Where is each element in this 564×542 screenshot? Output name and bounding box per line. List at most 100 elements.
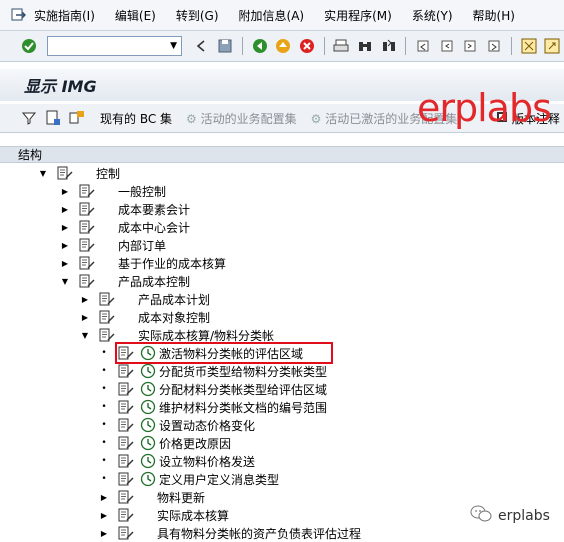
- existing-bc-sets-button[interactable]: 现有的 BC 集: [100, 110, 172, 127]
- tree-node[interactable]: • 分配货币类型给物料分类帐类型: [99, 362, 327, 380]
- collapsed-node-icon[interactable]: ▶: [99, 528, 109, 538]
- tree-node-label: 一般控制: [118, 184, 167, 199]
- watermark-text: erplabs: [417, 86, 552, 130]
- menu-utilities[interactable]: 实用程序(M): [324, 7, 392, 24]
- documentation-icon[interactable]: [117, 507, 135, 523]
- tree-node-label: 控制: [96, 166, 121, 181]
- execute-activity-icon[interactable]: [139, 471, 157, 487]
- footer-brand: erplabs: [470, 505, 550, 527]
- tree-node[interactable]: ▶ 基于作业的成本核算: [60, 254, 226, 272]
- save-icon[interactable]: [216, 37, 234, 55]
- command-dropdown-icon[interactable]: ▼: [167, 38, 181, 54]
- leaf-bullet-icon: •: [101, 402, 107, 412]
- collapsed-node-icon[interactable]: ▶: [80, 294, 90, 304]
- collapsed-node-icon[interactable]: ▶: [80, 312, 90, 322]
- documentation-icon[interactable]: [117, 471, 135, 487]
- tree-node[interactable]: ▶ 内部订单: [60, 236, 166, 254]
- expanded-node-icon[interactable]: ▼: [60, 276, 70, 286]
- standard-toolbar: ▼: [0, 31, 564, 62]
- cancel-icon[interactable]: [298, 37, 316, 55]
- documentation-icon[interactable]: [117, 453, 135, 469]
- documentation-icon[interactable]: [117, 489, 135, 505]
- execute-activity-icon[interactable]: [139, 435, 157, 451]
- documentation-icon[interactable]: [117, 435, 135, 451]
- tree-node[interactable]: ▼ 产品成本控制: [60, 272, 190, 290]
- next-page-icon[interactable]: [462, 37, 480, 55]
- menu-goto[interactable]: 转到(G): [176, 7, 219, 24]
- leaf-bullet-icon: •: [101, 366, 107, 376]
- documentation-icon[interactable]: [44, 109, 62, 127]
- last-page-icon[interactable]: [485, 37, 503, 55]
- tree-node[interactable]: ▶ 一般控制: [60, 182, 166, 200]
- documentation-icon[interactable]: [117, 381, 135, 397]
- menu-edit[interactable]: 编辑(E): [115, 7, 156, 24]
- toolbar-separator: [241, 37, 243, 55]
- documentation-icon[interactable]: [98, 291, 116, 307]
- back-icon[interactable]: [251, 37, 269, 55]
- first-page-icon[interactable]: [414, 37, 432, 55]
- tree-node[interactable]: ▶ 成本对象控制: [80, 308, 210, 326]
- execute-activity-icon[interactable]: [139, 453, 157, 469]
- execute-activity-icon[interactable]: [139, 399, 157, 415]
- find-next-icon[interactable]: [380, 37, 398, 55]
- collapsed-node-icon[interactable]: ▶: [60, 186, 70, 196]
- filter-icon[interactable]: [20, 109, 38, 127]
- collapsed-node-icon[interactable]: ▶: [60, 204, 70, 214]
- documentation-icon[interactable]: [56, 165, 74, 181]
- documentation-icon[interactable]: [117, 363, 135, 379]
- enter-check-icon[interactable]: [20, 37, 38, 55]
- collapsed-node-icon[interactable]: ▶: [99, 510, 109, 520]
- expanded-node-icon[interactable]: ▼: [38, 168, 48, 178]
- tree-node[interactable]: ▶ 实际成本核算: [99, 506, 229, 524]
- execute-activity-icon[interactable]: [139, 381, 157, 397]
- tree-node[interactable]: • 分配材料分类帐类型给评估区域: [99, 380, 327, 398]
- documentation-icon[interactable]: [117, 399, 135, 415]
- collapsed-node-icon[interactable]: ▶: [60, 222, 70, 232]
- help-icon[interactable]: [543, 37, 561, 55]
- menu-implementation-guide[interactable]: 实施指南(I): [34, 7, 95, 24]
- command-field[interactable]: ▼: [46, 36, 182, 56]
- execute-activity-icon[interactable]: [139, 417, 157, 433]
- documentation-icon[interactable]: [78, 201, 96, 217]
- tree-settings-icon[interactable]: [68, 109, 86, 127]
- back-arrow-icon[interactable]: [193, 37, 211, 55]
- documentation-icon[interactable]: [98, 309, 116, 325]
- tree-node[interactable]: ▶ 物料更新: [99, 488, 205, 506]
- print-icon[interactable]: [333, 37, 351, 55]
- menu-extras[interactable]: 附加信息(A): [239, 7, 305, 24]
- leaf-bullet-icon: •: [101, 456, 107, 466]
- documentation-icon[interactable]: [78, 219, 96, 235]
- tree-node[interactable]: ▶ 具有物料分类帐的资产负债表评估过程: [99, 524, 361, 542]
- tree-node-label: 基于作业的成本核算: [118, 256, 227, 271]
- documentation-icon[interactable]: [78, 237, 96, 253]
- tree-node[interactable]: ▶ 成本中心会计: [60, 218, 190, 236]
- documentation-icon[interactable]: [78, 255, 96, 271]
- tree-node[interactable]: ▶ 成本要素会计: [60, 200, 190, 218]
- documentation-icon[interactable]: [78, 183, 96, 199]
- collapsed-node-icon[interactable]: ▶: [60, 240, 70, 250]
- tree-node-label: 定义用户定义消息类型: [159, 472, 280, 487]
- expanded-node-icon[interactable]: ▼: [80, 330, 90, 340]
- documentation-icon[interactable]: [117, 417, 135, 433]
- documentation-icon[interactable]: [98, 327, 116, 343]
- documentation-icon[interactable]: [78, 273, 96, 289]
- exit-icon[interactable]: [274, 37, 292, 55]
- layout-menu-icon[interactable]: [520, 37, 538, 55]
- menu-help[interactable]: 帮助(H): [473, 7, 515, 24]
- exit-menu-icon[interactable]: [8, 5, 28, 25]
- tree-node[interactable]: • 设立物料价格发送: [99, 452, 255, 470]
- tree-node[interactable]: • 定义用户定义消息类型: [99, 470, 279, 488]
- previous-page-icon[interactable]: [438, 37, 456, 55]
- find-icon[interactable]: [356, 37, 374, 55]
- execute-activity-icon[interactable]: [139, 363, 157, 379]
- tree-node[interactable]: ▼ 控制: [38, 164, 120, 182]
- highlight-box: [115, 342, 333, 364]
- page-title: 显示 IMG: [24, 77, 97, 96]
- menu-system[interactable]: 系统(Y): [412, 7, 453, 24]
- tree-node[interactable]: • 维护材料分类帐文档的编号范围: [99, 398, 327, 416]
- tree-node[interactable]: • 设置动态价格变化: [99, 416, 255, 434]
- collapsed-node-icon[interactable]: ▶: [60, 258, 70, 268]
- tree-node[interactable]: ▶ 产品成本计划: [80, 290, 210, 308]
- collapsed-node-icon[interactable]: ▶: [99, 492, 109, 502]
- tree-node[interactable]: • 价格更改原因: [99, 434, 231, 452]
